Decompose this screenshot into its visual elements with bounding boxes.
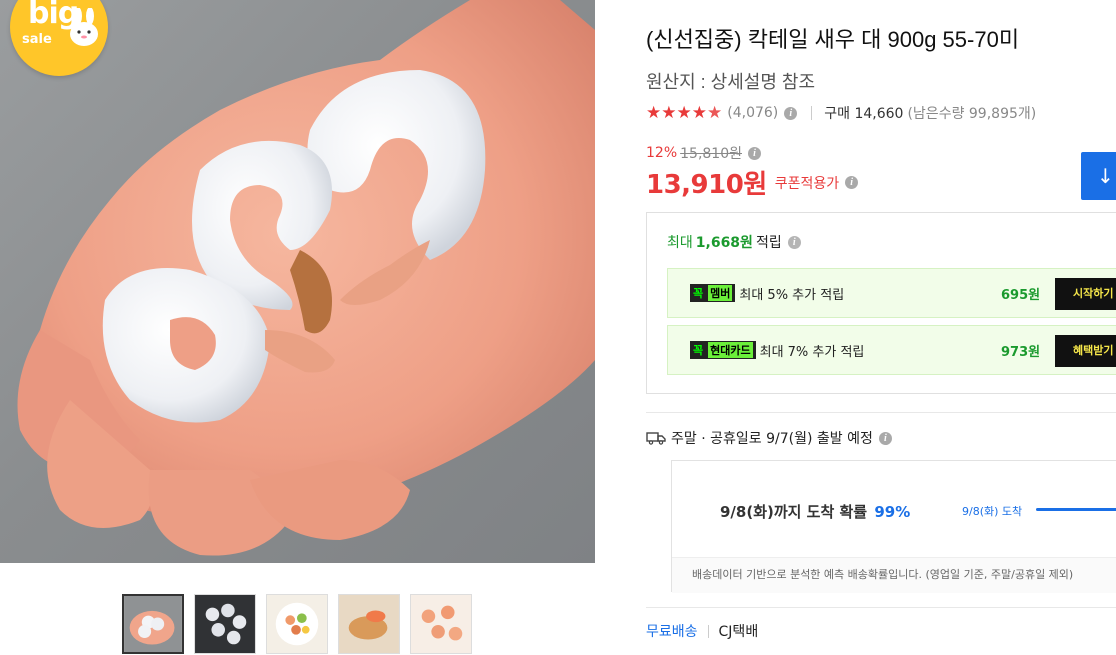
reward-start-button[interactable]: 시작하기: [1055, 278, 1116, 310]
card-tag-label: 현대카드: [708, 342, 753, 358]
divider: [646, 412, 1116, 413]
divider: [646, 607, 1116, 608]
thumbnail-strip: [122, 594, 472, 654]
thumbnail-3[interactable]: [266, 594, 328, 654]
thumbnail-5[interactable]: [410, 594, 472, 654]
product-title: (신선집중) 칵테일 새우 대 900g 55-70미: [646, 27, 1020, 52]
thumbnail-4[interactable]: [338, 594, 400, 654]
product-main-image[interactable]: big sale: [0, 0, 595, 563]
review-count-link[interactable]: (4,076): [727, 105, 778, 121]
shipping-notice-text: 주말 · 공휴일로 9/7(월) 출발 예정: [671, 431, 873, 447]
reward-item-member: 꼭 멤버 최대 5% 추가 적립 695원 시작하기: [667, 268, 1116, 318]
prediction-text: 9/8(화)까지 도착 확률: [720, 503, 868, 521]
prediction-bar: [1036, 508, 1116, 511]
reward-box: 최대 1,668원 적립 i 꼭 멤버 최대 5% 추가 적립 695원 시작하…: [646, 212, 1116, 394]
remaining-stock: (남은수량 99,895개): [907, 106, 1037, 122]
discount-row: 12% 15,810원 i: [646, 143, 761, 163]
divider: [707, 624, 709, 638]
card-tag-badge: 꼭 현대카드: [690, 341, 756, 359]
delivery-prediction-main: 9/8(화)까지 도착 확률 99%: [720, 501, 910, 522]
sale-price: 13,910원: [646, 170, 767, 200]
star-icon: ★: [661, 102, 677, 123]
info-icon[interactable]: i: [784, 106, 798, 120]
carrier-label: CJ택배: [718, 624, 759, 640]
product-origin: 원산지 : 상세설명 참조: [646, 72, 816, 92]
info-icon[interactable]: i: [748, 146, 761, 160]
star-icon: ★: [707, 102, 723, 123]
reward-header: 최대 1,668원 적립 i: [667, 232, 801, 252]
info-icon[interactable]: i: [845, 176, 859, 189]
truck-icon: [646, 432, 666, 445]
info-icon[interactable]: i: [787, 235, 801, 249]
prediction-percent: 99%: [874, 503, 911, 521]
purchase-count: 구매 14,660: [824, 106, 904, 122]
download-arrow-icon: ↓: [1097, 164, 1114, 188]
star-icon: ★: [691, 102, 707, 123]
reward-amount: 973원: [1001, 344, 1041, 360]
free-shipping-label: 무료배송: [646, 624, 698, 640]
reward-desc: 최대 5% 추가 적립: [739, 287, 845, 303]
reward-desc: 최대 7% 추가 적립: [759, 344, 865, 360]
big-sale-badge-sale: sale: [22, 32, 52, 47]
thumbnail-2[interactable]: [194, 594, 256, 654]
shrimp-in-hand-photo: [17, 0, 595, 556]
member-tag-label: 멤버: [708, 285, 733, 301]
delivery-row: 무료배송 CJ택배: [646, 621, 758, 641]
delivery-prediction-box: 9/8(화)까지 도착 확률 99% 9/8(화) 도착 배송데이터 기반으로 …: [671, 460, 1116, 593]
prediction-side-label: 9/8(화) 도착: [962, 505, 1023, 518]
check-mark-icon: 꼭: [693, 344, 704, 357]
star-icon: ★: [676, 102, 692, 123]
star-rating[interactable]: ★ ★ ★ ★ ★: [646, 102, 723, 123]
discount-rate: 12%: [646, 145, 678, 161]
divider: [811, 106, 813, 120]
check-mark-icon: 꼭: [693, 287, 704, 300]
info-icon[interactable]: i: [878, 431, 892, 445]
rating-row: ★ ★ ★ ★ ★ (4,076) i 구매 14,660 (남은수량 99,8…: [646, 103, 1036, 123]
reward-item-card: 꼭 현대카드 최대 7% 추가 적립 973원 혜택받기: [667, 325, 1116, 375]
reward-amount: 695원: [1001, 287, 1041, 303]
thumbnail-1[interactable]: [122, 594, 184, 654]
original-price: 15,810원: [680, 146, 742, 162]
reward-head-prefix: 최대: [667, 235, 693, 251]
reward-benefit-button[interactable]: 혜택받기: [1055, 335, 1116, 367]
shipping-notice: 주말 · 공휴일로 9/7(월) 출발 예정 i: [646, 428, 892, 448]
coupon-download-button[interactable]: ↓: [1081, 152, 1116, 200]
reward-head-amount: 1,668원: [695, 235, 753, 251]
coupon-price-label: 쿠폰적용가: [774, 175, 840, 192]
reward-head-suffix: 적립: [755, 235, 782, 251]
prediction-note: 배송데이터 기반으로 분석한 예측 배송확률입니다. (영업일 기준, 주말/공…: [672, 557, 1116, 593]
price-row: 13,910원 쿠폰적용가 i: [646, 164, 859, 201]
rabbit-mascot-icon: [70, 8, 98, 46]
member-tag-badge: 꼭 멤버: [690, 284, 736, 302]
star-icon: ★: [646, 102, 662, 123]
